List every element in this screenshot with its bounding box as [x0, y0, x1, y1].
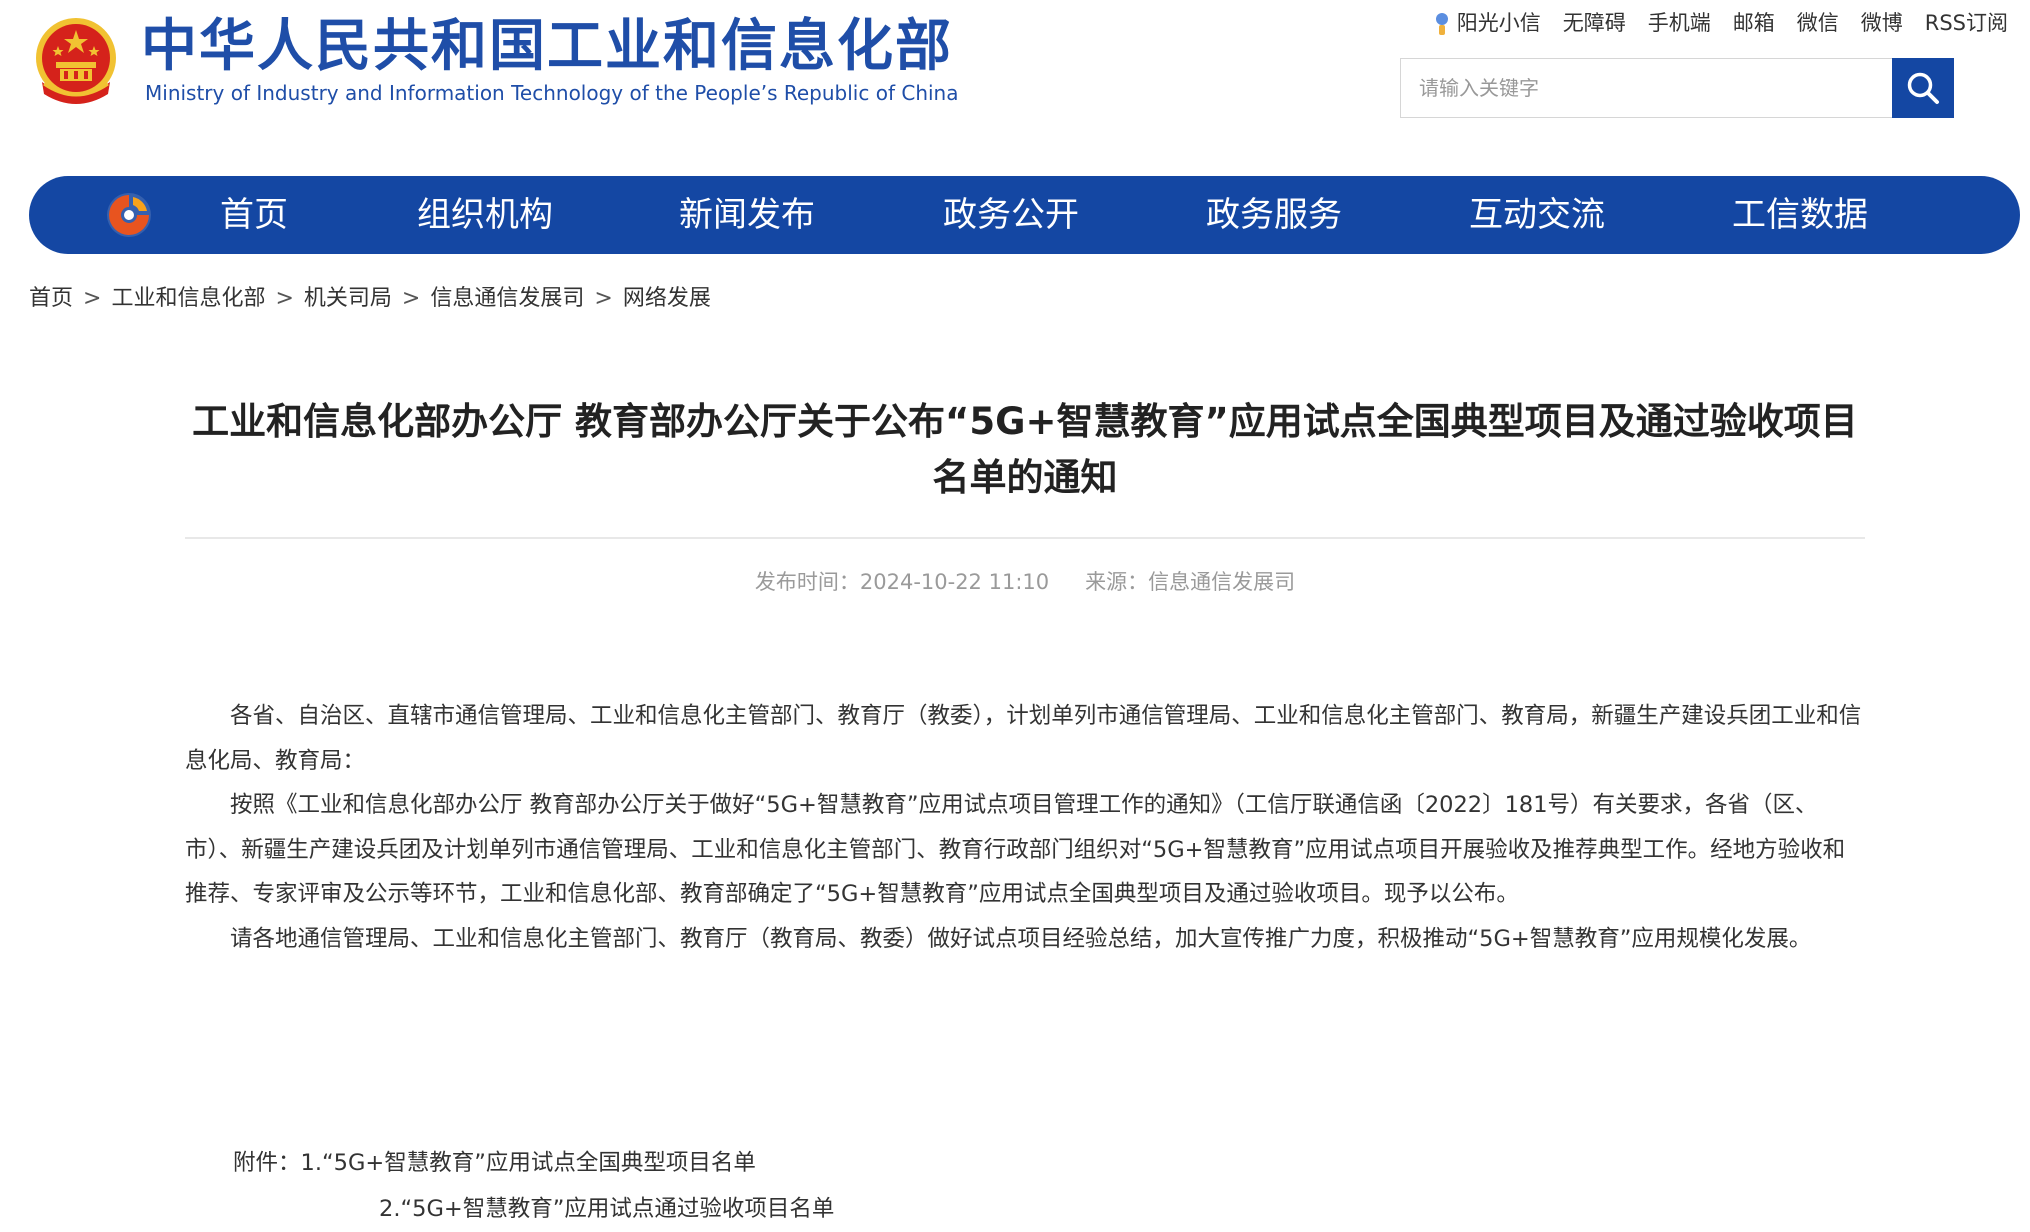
breadcrumb: 首页 > 工业和信息化部 > 机关司局 > 信息通信发展司 > 网络发展 — [29, 284, 711, 314]
attachment-link-2[interactable]: 2.“5G+智慧教育”应用试点通过验收项目名单 — [233, 1186, 834, 1232]
publish-time: 2024-10-22 11:10 — [859, 570, 1050, 594]
article-paragraph: 各省、自治区、直辖市通信管理局、工业和信息化主管部门、教育厅（教委），计划单列市… — [185, 703, 1862, 774]
title-divider — [185, 537, 1865, 539]
article-source: 信息通信发展司 — [1148, 570, 1296, 594]
breadcrumb-separator: > — [401, 286, 421, 311]
attachment-link-1[interactable]: 附件：1.“5G+智慧教育”应用试点全国典型项目名单 — [233, 1140, 834, 1186]
sunshine-mascot-icon — [1433, 11, 1451, 37]
nav-gov-info[interactable]: 政务公开 — [943, 176, 1079, 254]
breadcrumb-separator: > — [83, 286, 102, 311]
top-links: 阳光小信 无障碍 手机端 邮箱 微信 微博 RSS订阅 — [1433, 4, 2008, 40]
top-link-accessibility[interactable]: 无障碍 — [1563, 7, 1626, 37]
breadcrumb-item-ict-dept[interactable]: 信息通信发展司 — [430, 286, 584, 311]
breadcrumb-item-home[interactable]: 首页 — [29, 286, 73, 311]
article-paragraph: 请各地通信管理局、工业和信息化主管部门、教育厅（教育局、教委）做好试点项目经验总… — [230, 925, 1812, 952]
miit-logo-icon — [103, 189, 155, 241]
article-paragraph: 按照《工业和信息化部办公厅 教育部办公厅关于做好“5G+智慧教育”应用试点项目管… — [185, 792, 1846, 908]
nav-home[interactable]: 首页 — [220, 176, 288, 254]
source-label: 来源： — [1085, 570, 1149, 594]
site-subtitle-en: Ministry of Industry and Information Tec… — [145, 81, 959, 105]
national-emblem-icon — [28, 12, 124, 112]
attachments: 附件：1.“5G+智慧教育”应用试点全国典型项目名单 2.“5G+智慧教育”应用… — [233, 1140, 834, 1232]
article-body: 各省、自治区、直辖市通信管理局、工业和信息化主管部门、教育厅（教委），计划单列市… — [185, 694, 1865, 962]
top-link-mobile[interactable]: 手机端 — [1648, 7, 1711, 37]
nav-gov-services[interactable]: 政务服务 — [1206, 176, 1342, 254]
search-icon — [1907, 72, 1939, 104]
search-button[interactable] — [1892, 58, 1954, 118]
breadcrumb-separator: > — [275, 286, 294, 311]
top-link-wechat[interactable]: 微信 — [1797, 7, 1839, 37]
nav-interaction[interactable]: 互动交流 — [1469, 176, 1605, 254]
publish-time-label: 发布时间： — [754, 570, 860, 594]
breadcrumb-item-miit[interactable]: 工业和信息化部 — [111, 286, 265, 311]
article-title: 工业和信息化部办公厅 教育部办公厅关于公布“5G+智慧教育”应用试点全国典型项目… — [192, 400, 1858, 499]
nav-organization[interactable]: 组织机构 — [417, 176, 553, 254]
top-link-sunshine[interactable]: 阳光小信 — [1433, 7, 1541, 37]
top-link-rss[interactable]: RSS订阅 — [1925, 7, 2008, 37]
search-box — [1400, 58, 1954, 118]
breadcrumb-item-network[interactable]: 网络发展 — [623, 286, 711, 311]
top-link-mail[interactable]: 邮箱 — [1733, 7, 1775, 37]
article-meta: 发布时间：2024-10-22 11:10 来源：信息通信发展司 — [185, 566, 1865, 598]
nav-data[interactable]: 工信数据 — [1732, 176, 1868, 254]
breadcrumb-separator: > — [594, 286, 613, 311]
top-link-weibo[interactable]: 微博 — [1861, 7, 1903, 37]
search-input[interactable] — [1401, 59, 1889, 117]
nav-news[interactable]: 新闻发布 — [679, 176, 815, 254]
main-nav: 首页 组织机构 新闻发布 政务公开 政务服务 互动交流 工信数据 — [29, 176, 2020, 254]
site-title[interactable]: 中华人民共和国工业和信息化部 — [141, 14, 953, 80]
breadcrumb-item-departments[interactable]: 机关司局 — [304, 286, 392, 311]
top-link-label: 阳光小信 — [1456, 11, 1541, 35]
